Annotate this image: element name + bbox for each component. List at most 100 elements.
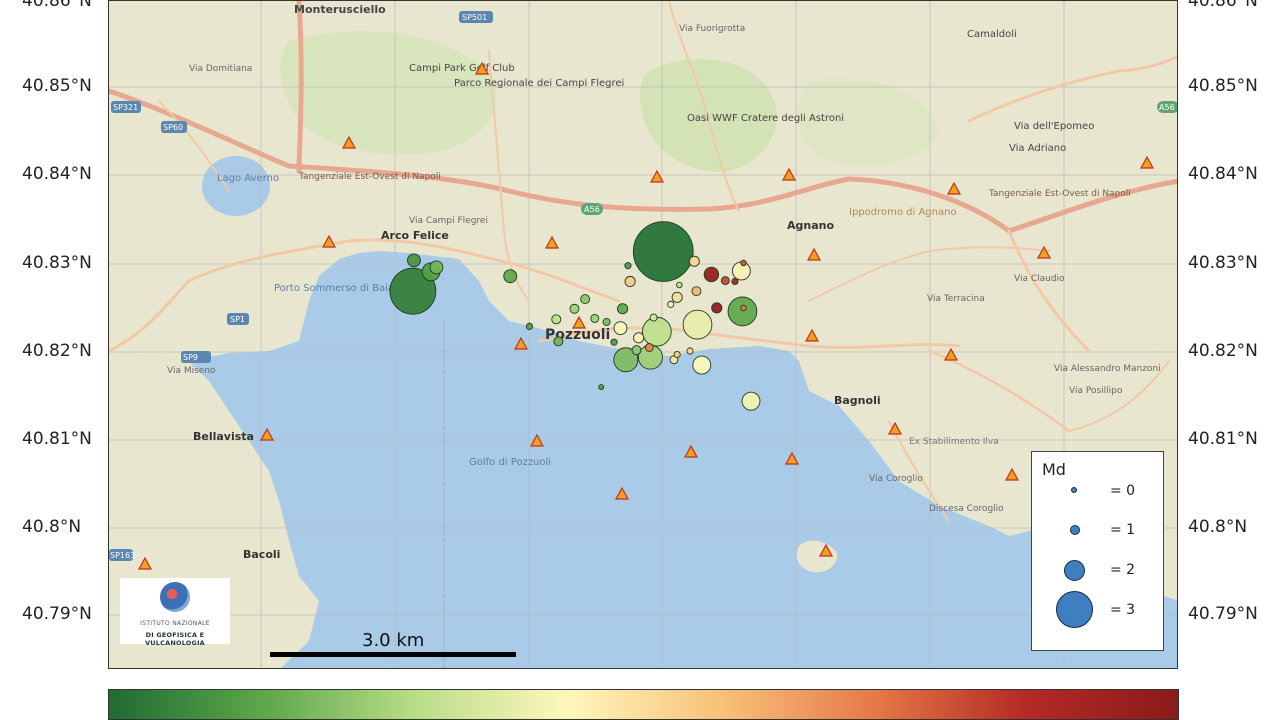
earthquake-event[interactable] <box>551 314 562 325</box>
earthquake-event[interactable] <box>633 332 645 344</box>
lat-label-left-4084: 40.84°N <box>22 164 92 184</box>
earthquake-event[interactable] <box>641 316 672 347</box>
map-frame[interactable]: Monterusciello Camaldoli Campi Park Golf… <box>108 0 1178 669</box>
earthquake-event[interactable] <box>692 355 712 375</box>
lat-label-left-4082: 40.82°N <box>22 341 92 361</box>
road-miseno: Via Miseno <box>167 366 216 376</box>
road-fuorigrotta: Via Fuorigrotta <box>679 24 745 34</box>
globe-icon <box>160 582 190 612</box>
earthquake-event[interactable] <box>691 286 702 297</box>
scale-bar-label: 3.0 km <box>362 630 425 651</box>
earthquake-event[interactable] <box>610 338 618 346</box>
earthquake-event[interactable] <box>598 384 605 391</box>
legend-dot-md1 <box>1070 525 1080 535</box>
place-bellavista: Bellavista <box>193 430 254 443</box>
logo-line-2: DI GEOFISICA E VULCANOLOGIA <box>145 631 205 647</box>
lat-label-right-4081: 40.81°N <box>1188 429 1258 449</box>
earthquake-event[interactable] <box>602 317 611 326</box>
earthquake-event[interactable] <box>644 343 654 352</box>
lat-label-right-4079: 40.79°N <box>1188 604 1258 624</box>
shield-sp501: SP501 <box>462 13 487 22</box>
earthquake-event[interactable] <box>741 391 761 411</box>
earthquake-event[interactable] <box>727 296 758 327</box>
shield-sp321: SP321 <box>113 103 138 112</box>
earthquake-event[interactable] <box>720 276 730 286</box>
earthquake-event[interactable] <box>407 253 421 268</box>
legend-label-md0: = 0 <box>1110 483 1136 499</box>
legend-entry-md1: = 1 <box>1032 511 1165 551</box>
lat-label-left-4080: 40.8°N <box>22 517 82 537</box>
legend-dot-md3 <box>1056 591 1093 628</box>
earthquake-event[interactable] <box>580 294 591 305</box>
legend-entry-md0: = 0 <box>1032 472 1165 512</box>
earthquake-event[interactable] <box>429 260 444 275</box>
earthquake-event[interactable] <box>569 303 580 314</box>
earthquake-event[interactable] <box>632 221 694 282</box>
earthquake-event[interactable] <box>686 347 694 355</box>
place-parco-regionale: Parco Regionale dei Campi Flegrei <box>454 78 624 89</box>
earthquake-event[interactable] <box>673 350 681 359</box>
shield-sp60: SP60 <box>163 123 183 132</box>
place-ilva: Ex Stabilimento Ilva <box>909 437 999 447</box>
earthquake-event[interactable] <box>703 266 720 283</box>
place-monterusciello: Monterusciello <box>294 3 386 16</box>
legend-label-md1: = 1 <box>1110 522 1136 538</box>
road-campi-flegrei: Via Campi Flegrei <box>409 216 488 226</box>
earthquake-event[interactable] <box>553 336 564 347</box>
lat-label-right-4083: 40.83°N <box>1188 253 1258 273</box>
shield-a56-east: A56 <box>1159 103 1175 112</box>
earthquake-event[interactable] <box>667 300 675 308</box>
place-porto-sommerso: Porto Sommerso di Baia <box>274 283 394 294</box>
lat-label-right-4082: 40.82°N <box>1188 341 1258 361</box>
place-bagnoli: Bagnoli <box>834 394 881 407</box>
road-tangenziale-east: Tangenziale Est-Ovest di Napoli <box>988 189 1131 199</box>
road-claudio: Via Claudio <box>1014 274 1065 284</box>
earthquake-event[interactable] <box>731 277 739 286</box>
place-bacoli: Bacoli <box>243 548 280 561</box>
lat-label-left-4083: 40.83°N <box>22 253 92 273</box>
road-epomeo: Via dell'Epomeo <box>1014 121 1094 132</box>
magnitude-legend: Md = 0 = 1 = 2 = 3 <box>1031 451 1164 651</box>
lat-label-left-4085: 40.85°N <box>22 76 92 96</box>
scale-bar <box>270 652 516 657</box>
earthquake-event[interactable] <box>671 291 683 303</box>
shield-sp1: SP1 <box>230 315 245 324</box>
place-agnano: Agnano <box>787 219 834 232</box>
lat-label-right-4080: 40.8°N <box>1188 517 1248 537</box>
place-ippodromo: Ippodromo di Agnano <box>849 207 957 218</box>
earthquake-event[interactable] <box>590 314 600 323</box>
place-arco-felice: Arco Felice <box>381 229 449 242</box>
earthquake-event[interactable] <box>688 255 700 267</box>
earthquake-event[interactable] <box>740 304 747 312</box>
lat-label-right-4084: 40.84°N <box>1188 164 1258 184</box>
earthquake-event[interactable] <box>503 269 518 284</box>
road-terracina: Via Terracina <box>927 294 985 304</box>
legend-dot-md2 <box>1064 560 1085 581</box>
earthquake-event[interactable] <box>631 345 642 356</box>
earthquake-event[interactable] <box>711 302 723 314</box>
logo-line-1: ISTITUTO NAZIONALE <box>140 620 210 627</box>
earthquake-event[interactable] <box>676 281 683 289</box>
legend-dot-md0 <box>1071 487 1077 493</box>
earthquake-event[interactable] <box>740 259 747 267</box>
lat-label-left-4079: 40.79°N <box>22 604 92 624</box>
earthquake-event[interactable] <box>649 313 658 322</box>
legend-label-md2: = 2 <box>1110 562 1136 578</box>
earthquake-event[interactable] <box>624 275 636 288</box>
ingv-logo: ISTITUTO NAZIONALE DI GEOFISICA E VULCAN… <box>120 578 230 647</box>
lat-label-left-4086: 40.86°N <box>22 0 92 11</box>
earthquake-event[interactable] <box>682 309 713 340</box>
lat-label-right-4085: 40.85°N <box>1188 76 1258 96</box>
place-golf-club: Campi Park Golf Club <box>409 63 515 74</box>
shield-sp9: SP9 <box>183 353 198 362</box>
lat-label-right-4086: 40.86°N <box>1188 0 1258 11</box>
shield-sp163: SP163 <box>110 551 135 560</box>
map-canvas[interactable]: Monterusciello Camaldoli Campi Park Golf… <box>109 1 1178 669</box>
road-adriano: Via Adriano <box>1009 143 1066 154</box>
earthquake-event[interactable] <box>613 321 628 336</box>
earthquake-event[interactable] <box>617 303 629 315</box>
place-camaldoli: Camaldoli <box>967 29 1017 40</box>
earthquake-event[interactable] <box>624 262 632 270</box>
road-tangenziale-west: Tangenziale Est-Ovest di Napoli <box>298 172 441 182</box>
earthquake-event[interactable] <box>525 322 534 330</box>
